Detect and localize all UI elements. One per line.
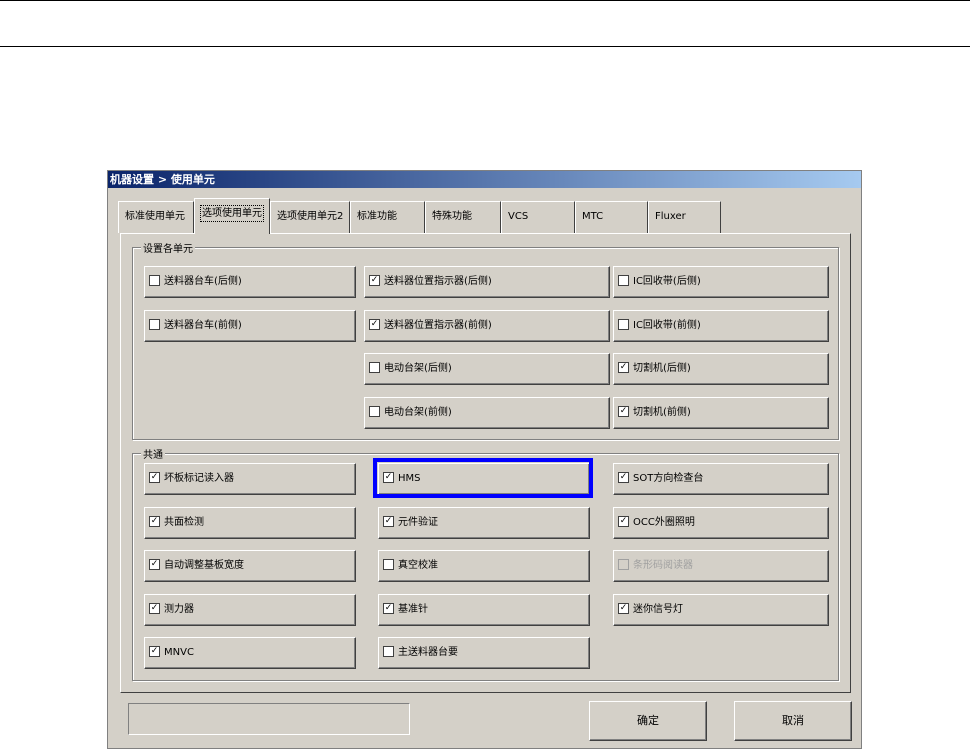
unit-checkbox[interactable]: 送料器台车(后侧) — [144, 266, 356, 298]
unit-checkbox[interactable]: ✓ 切割机(前侧) — [613, 397, 829, 429]
checkbox-checked-icon: ✓ — [149, 471, 160, 483]
unit-checkbox[interactable]: ✓ 迷你信号灯 — [613, 594, 829, 626]
checkbox-label: 迷你信号灯 — [633, 604, 683, 615]
unit-checkbox[interactable]: 电动台架(前侧) — [364, 397, 610, 429]
tab-label: 特殊功能 — [432, 211, 472, 222]
unit-checkbox[interactable]: ✓ 送料器位置指示器(前侧) — [364, 310, 610, 342]
unit-checkbox[interactable]: ✓ SOT方向检查台 — [613, 463, 829, 495]
checkbox-label: 基准针 — [398, 604, 428, 615]
tab-5[interactable]: VCS — [501, 201, 575, 233]
checkbox-label: 元件验证 — [398, 517, 438, 528]
checkbox-label: 送料器位置指示器(前侧) — [384, 320, 492, 331]
checkbox-checked-icon: ✓ — [369, 318, 380, 330]
checkbox-unchecked-icon — [618, 318, 629, 330]
checkbox-checked-icon: ✓ — [618, 361, 629, 373]
checkbox-label: 主送料器台要 — [398, 647, 458, 658]
checkbox-unchecked-icon — [383, 558, 394, 570]
top-rule — [0, 0, 970, 1]
checkbox-checked-icon: ✓ — [618, 405, 629, 417]
checkbox-checked-icon: ✓ — [369, 274, 380, 286]
ok-button[interactable]: 确定 — [589, 701, 707, 741]
checkbox-unchecked-icon — [618, 558, 629, 570]
header-rule — [0, 46, 970, 47]
checkbox-label: 切割机(后侧) — [633, 363, 691, 374]
checkbox-label: 送料器台车(前侧) — [164, 320, 242, 331]
unit-checkbox[interactable]: ✓ 基准针 — [378, 594, 590, 626]
tab-label: VCS — [508, 211, 529, 222]
checkbox-label: OCC外圈照明 — [633, 517, 695, 528]
group-label: 设置各单元 — [141, 240, 195, 255]
checkbox-label: IC回收带(前侧) — [633, 320, 701, 331]
unit-checkbox[interactable]: ✓ 切割机(后侧) — [613, 353, 829, 385]
checkbox-label: 电动台架(前侧) — [384, 407, 452, 418]
checkbox-label: 条形码阅读器 — [633, 560, 693, 571]
tab-label: 标准功能 — [357, 211, 397, 222]
tab-label: 选项使用单元2 — [277, 211, 344, 222]
unit-checkbox[interactable]: ✓ 元件验证 — [378, 507, 590, 539]
unit-checkbox[interactable]: ✓ OCC外圈照明 — [613, 507, 829, 539]
tab-1[interactable]: 选项使用单元 — [194, 198, 270, 234]
tab-label: 选项使用单元 — [200, 205, 264, 222]
tab-label: Fluxer — [655, 211, 686, 222]
checkbox-checked-icon: ✓ — [149, 558, 160, 570]
checkbox-checked-icon: ✓ — [618, 471, 629, 483]
unit-checkbox[interactable]: IC回收带(后侧) — [613, 266, 829, 298]
checkbox-checked-icon: ✓ — [149, 645, 160, 657]
unit-checkbox[interactable]: 真空校准 — [378, 550, 590, 582]
tab-7[interactable]: Fluxer — [648, 201, 721, 233]
checkbox-label: 测力器 — [164, 604, 194, 615]
unit-checkbox: 条形码阅读器 — [613, 550, 829, 582]
unit-checkbox[interactable]: IC回收带(前侧) — [613, 310, 829, 342]
checkbox-unchecked-icon — [149, 274, 160, 286]
checkbox-label: 电动台架(后侧) — [384, 363, 452, 374]
checkbox-checked-icon: ✓ — [149, 515, 160, 527]
unit-checkbox[interactable]: ✓ 测力器 — [144, 594, 356, 626]
checkbox-label: 切割机(前侧) — [633, 407, 691, 418]
checkbox-unchecked-icon — [369, 361, 380, 373]
checkbox-label: SOT方向检查台 — [633, 473, 704, 484]
unit-checkbox[interactable]: ✓ 共面检测 — [144, 507, 356, 539]
unit-checkbox[interactable]: ✓ 坏板标记读入器 — [144, 463, 356, 495]
checkbox-label: 自动调整基板宽度 — [164, 560, 244, 571]
checkbox-checked-icon: ✓ — [618, 515, 629, 527]
unit-checkbox[interactable]: 电动台架(后侧) — [364, 353, 610, 385]
checkbox-checked-icon: ✓ — [149, 602, 160, 614]
tab-2[interactable]: 选项使用单元2 — [270, 201, 350, 233]
checkbox-unchecked-icon — [618, 274, 629, 286]
group-label: 共通 — [141, 446, 165, 461]
checkbox-label: 真空校准 — [398, 560, 438, 571]
checkbox-label: 送料器台车(后侧) — [164, 276, 242, 287]
tab-6[interactable]: MTC — [575, 201, 648, 233]
checkbox-checked-icon: ✓ — [383, 602, 394, 614]
checkbox-label: HMS — [398, 473, 421, 484]
tab-3[interactable]: 标准功能 — [350, 201, 425, 233]
unit-checkbox[interactable]: ✓ 送料器位置指示器(后侧) — [364, 266, 610, 298]
status-field — [128, 703, 410, 735]
tab-4[interactable]: 特殊功能 — [425, 201, 501, 233]
checkbox-label: 共面检测 — [164, 517, 204, 528]
unit-checkbox[interactable]: ✓ HMS — [378, 463, 590, 495]
checkbox-checked-icon: ✓ — [618, 602, 629, 614]
checkbox-label: 送料器位置指示器(后侧) — [384, 276, 492, 287]
checkbox-unchecked-icon — [369, 405, 380, 417]
checkbox-label: IC回收带(后侧) — [633, 276, 701, 287]
unit-checkbox[interactable]: 送料器台车(前侧) — [144, 310, 356, 342]
unit-checkbox[interactable]: ✓ 自动调整基板宽度 — [144, 550, 356, 582]
checkbox-unchecked-icon — [149, 318, 160, 330]
checkbox-label: MNVC — [164, 647, 194, 658]
checkbox-checked-icon: ✓ — [383, 471, 394, 483]
tab-0[interactable]: 标准使用单元 — [118, 201, 194, 233]
unit-checkbox[interactable]: 主送料器台要 — [378, 637, 590, 669]
tab-label: 标准使用单元 — [125, 211, 185, 222]
tab-label: MTC — [582, 211, 604, 222]
machine-settings-dialog: 机器设置 > 使用单元 标准使用单元 选项使用单元 选项使用单元2 标准功能 特殊功能 V… — [107, 170, 862, 749]
checkbox-label: 坏板标记读入器 — [164, 473, 234, 484]
checkbox-unchecked-icon — [383, 645, 394, 657]
unit-checkbox[interactable]: ✓ MNVC — [144, 637, 356, 669]
dialog-title: 机器设置 > 使用单元 — [108, 171, 861, 188]
checkbox-checked-icon: ✓ — [383, 515, 394, 527]
cancel-button[interactable]: 取消 — [734, 701, 852, 741]
